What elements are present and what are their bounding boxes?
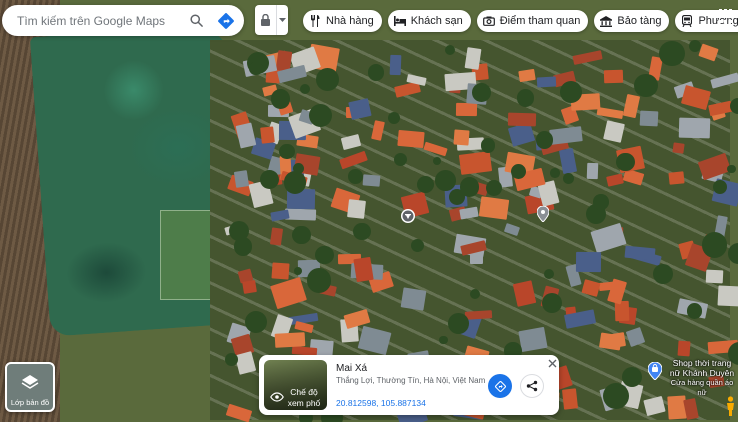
poi-label[interactable]: Shop thời trang nữ Khánh Duyên Cửa hàng … bbox=[667, 358, 737, 398]
search-input[interactable] bbox=[2, 13, 184, 28]
chip-label: Khách sạn bbox=[410, 15, 463, 27]
layers-icon bbox=[21, 374, 39, 395]
apps-grid-icon[interactable] bbox=[719, 9, 733, 23]
place-pin-icon[interactable] bbox=[400, 208, 416, 224]
street-view-icon bbox=[270, 389, 284, 407]
close-icon[interactable] bbox=[546, 357, 558, 369]
shop-pin-icon[interactable] bbox=[648, 362, 662, 380]
camera-icon bbox=[482, 15, 495, 27]
search-box[interactable] bbox=[2, 5, 244, 36]
restaurant-icon bbox=[309, 15, 321, 27]
chip-label: Bảo tàng bbox=[617, 15, 662, 27]
poi-category: Cửa hàng quần áo nữ bbox=[670, 378, 734, 397]
pegman-icon[interactable] bbox=[725, 396, 736, 416]
directions-icon[interactable] bbox=[214, 9, 238, 33]
place-title: Mai Xá bbox=[336, 363, 368, 374]
chip-restaurants[interactable]: Nhà hàng bbox=[303, 10, 382, 32]
chip-label: Nhà hàng bbox=[326, 15, 374, 27]
chip-label: Điểm tham quan bbox=[499, 15, 581, 27]
transit-icon bbox=[681, 15, 693, 27]
chip-hotels[interactable]: Khách sạn bbox=[387, 10, 471, 32]
layers-label: Lớp bản đồ bbox=[10, 398, 50, 407]
chip-museums[interactable]: Bảo tàng bbox=[594, 10, 670, 32]
chip-attractions[interactable]: Điểm tham quan bbox=[476, 10, 589, 32]
directions-button[interactable] bbox=[488, 374, 512, 398]
category-chips: Nhà hàng Khách sạn Điểm tham quan Bảo tà… bbox=[303, 10, 738, 32]
street-view-label: Chế độ xem phố bbox=[287, 387, 321, 408]
share-button[interactable] bbox=[520, 374, 544, 398]
places-toggle[interactable] bbox=[255, 5, 288, 35]
place-address: Thắng Lợi, Thường Tín, Hà Nội, Việt Nam bbox=[336, 376, 486, 385]
share-icon bbox=[526, 380, 538, 392]
street-view-thumbnail[interactable]: Chế độ xem phố bbox=[264, 360, 327, 410]
location-pin-icon[interactable] bbox=[537, 206, 549, 222]
hotel-icon bbox=[393, 15, 406, 27]
layers-button[interactable]: Lớp bản đồ bbox=[5, 362, 55, 412]
museum-icon bbox=[600, 15, 613, 27]
place-coordinates[interactable]: 20.812598, 105.887134 bbox=[336, 398, 426, 408]
directions-arrow-icon bbox=[494, 380, 506, 392]
place-info-card: Chế độ xem phố Mai Xá Thắng Lợi, Thường … bbox=[259, 355, 559, 415]
hamburger-list-icon[interactable] bbox=[255, 5, 276, 35]
chevron-down-icon[interactable] bbox=[276, 5, 288, 35]
search-icon[interactable] bbox=[184, 9, 208, 33]
poi-name: Shop thời trang nữ Khánh Duyên bbox=[669, 358, 735, 378]
